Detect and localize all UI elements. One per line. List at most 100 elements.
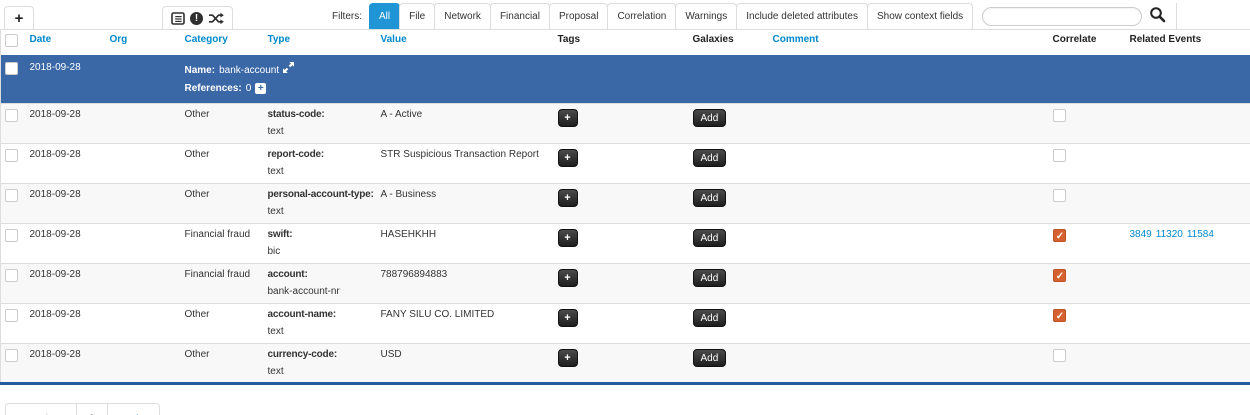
add-galaxy-button[interactable]: Add [693,229,727,247]
add-tag-button[interactable]: + [558,109,578,127]
add-tag-button[interactable]: + [558,269,578,287]
type-subtype: text [268,166,373,177]
related-events-cell [1126,104,1250,144]
table-row[interactable]: 2018-09-28 Other personal-account-type: … [1,184,1250,224]
expand-icon[interactable] [283,62,294,78]
filter-tab-show-context-fields[interactable]: Show context fields [867,3,973,29]
related-event-link[interactable]: 11320 [1156,229,1183,240]
add-galaxy-button[interactable]: Add [693,109,727,127]
type-subtype: text [268,206,373,217]
table-row[interactable]: 2018-09-28 Other account-name: text FANY… [1,304,1250,344]
search-input[interactable] [982,7,1142,26]
row-select-checkbox[interactable] [5,349,18,362]
filter-tab-proposal[interactable]: Proposal [549,3,608,29]
column-label[interactable]: Comment [773,34,819,45]
row-select-checkbox[interactable] [5,309,18,322]
row-select-checkbox[interactable] [5,149,18,162]
add-tag-button[interactable]: + [558,229,578,247]
column-header-tags: Tags [554,30,689,55]
column-header-galaxies: Galaxies [689,30,769,55]
attributes-page: + ! Filters: [0,0,1250,415]
column-header-related-events: Related Events [1126,30,1250,55]
row-select-checkbox[interactable] [5,229,18,242]
value-cell: 788796894883 [381,269,448,280]
search-icon[interactable] [1149,6,1166,26]
filter-tab-correlation[interactable]: Correlation [607,3,676,29]
object-group-row[interactable]: 2018-09-28 Name: bank-account [1,55,1250,104]
correlate-checkbox[interactable] [1053,309,1066,322]
column-label[interactable]: Org [110,34,128,45]
comment-cell [769,304,1049,344]
list-alt-icon[interactable] [171,12,185,25]
table-row[interactable]: 2018-09-28 Other status-code: text A - A… [1,104,1250,144]
current-page-button[interactable]: 1 [76,403,108,415]
filter-tab-financial[interactable]: Financial [490,3,550,29]
add-galaxy-button[interactable]: Add [693,189,727,207]
filter-tab-include-deleted-attributes[interactable]: Include deleted attributes [736,3,868,29]
org-cell [106,184,181,224]
category-cell: Other [181,344,264,384]
group-row-checkbox[interactable] [5,62,18,75]
add-tag-button[interactable]: + [558,149,578,167]
column-label[interactable]: Type [268,34,291,45]
column-header-comment: Comment [769,30,1049,55]
select-all-checkbox[interactable] [5,34,18,47]
row-select-checkbox[interactable] [5,269,18,282]
category-cell: Financial fraud [181,264,264,304]
date-cell: 2018-09-28 [26,304,106,344]
filter-bar: Filters: AllFileNetworkFinancialProposal… [332,3,1177,29]
group-name-value: bank-account [219,63,279,78]
previous-page-button[interactable]: « previous [5,403,77,415]
table-row[interactable]: 2018-09-28 Financial fraud account: bank… [1,264,1250,304]
table-row[interactable]: 2018-09-28 Other currency-code: text USD… [1,344,1250,384]
filter-tab-warnings[interactable]: Warnings [675,3,737,29]
column-label[interactable]: Category [185,34,228,45]
correlate-checkbox[interactable] [1053,269,1066,282]
date-cell: 2018-09-28 [26,184,106,224]
correlate-checkbox[interactable] [1053,229,1066,242]
group-date-cell: 2018-09-28 [26,55,106,104]
table-row[interactable]: 2018-09-28 Financial fraud swift: bic HA… [1,224,1250,264]
add-tag-button[interactable]: + [558,189,578,207]
add-galaxy-button[interactable]: Add [693,269,727,287]
next-page-button[interactable]: next » [107,403,160,415]
table-row[interactable]: 2018-09-28 Other report-code: text STR S… [1,144,1250,184]
column-header-date: Date [26,30,106,55]
add-galaxy-button[interactable]: Add [693,349,727,367]
correlate-checkbox[interactable] [1053,149,1066,162]
correlate-checkbox[interactable] [1053,349,1066,362]
add-galaxy-button[interactable]: Add [693,309,727,327]
correlate-checkbox[interactable] [1053,109,1066,122]
type-subtype: text [268,126,373,137]
row-select-checkbox[interactable] [5,189,18,202]
related-event-link[interactable]: 3849 [1130,229,1152,240]
add-reference-icon[interactable]: + [255,83,266,94]
add-tag-button[interactable]: + [558,349,578,367]
add-tag-button[interactable]: + [558,309,578,327]
comment-cell [769,104,1049,144]
correlate-checkbox[interactable] [1053,189,1066,202]
category-cell: Other [181,144,264,184]
column-label[interactable]: Value [381,34,407,45]
add-attribute-button[interactable]: + [4,6,34,29]
date-cell: 2018-09-28 [26,104,106,144]
column-header-value: Value [377,30,554,55]
filter-tab-file[interactable]: File [399,3,435,29]
plus-icon: + [15,11,24,26]
org-cell [106,264,181,304]
column-label[interactable]: Date [30,34,52,45]
org-cell [106,104,181,144]
row-select-checkbox[interactable] [5,109,18,122]
related-event-link[interactable]: 11584 [1187,229,1214,240]
shuffle-icon[interactable] [208,12,224,25]
column-label: Correlate [1053,34,1097,45]
filter-tab-network[interactable]: Network [434,3,491,29]
exclamation-circle-icon[interactable]: ! [190,12,203,25]
org-cell [106,144,181,184]
filter-tab-all[interactable]: All [369,3,400,29]
type-subtype: bic [268,246,373,257]
add-galaxy-button[interactable]: Add [693,149,727,167]
related-events-cell [1126,144,1250,184]
value-cell: STR Suspicious Transaction Report [381,149,539,160]
category-cell: Other [181,304,264,344]
